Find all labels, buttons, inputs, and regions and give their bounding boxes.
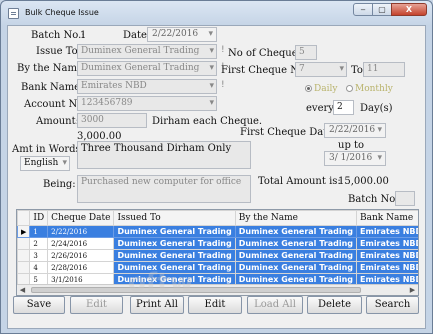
cell-issued-to[interactable]: Duminex General Trading [113, 249, 236, 262]
cell-issued-to[interactable]: Duminex General Trading [113, 261, 236, 274]
title-bar: Bulk Cheque Issue ‒ ▢ X [1, 1, 432, 27]
cell-id[interactable]: 2 [29, 237, 49, 250]
cell-by-the-name[interactable]: Duminex General Trading [234, 225, 358, 238]
cell-bank-name[interactable]: Emirates NBD [356, 237, 418, 250]
table-row[interactable]: 3 2/26/2016 Duminex General Trading Dumi… [17, 249, 418, 262]
edit-button[interactable]: Edit [188, 296, 242, 314]
grid-header-by-the-name[interactable]: By the Name [234, 210, 358, 226]
amount-input[interactable]: 3000 [77, 113, 147, 128]
cell-cheque-date[interactable]: 2/22/2016 [47, 225, 115, 238]
batch-no-value: 1 [80, 30, 87, 41]
bulk-cheque-window: Bulk Cheque Issue ‒ ▢ X Batch No.: 1 Dat… [0, 0, 433, 334]
table-row[interactable]: 2 2/24/2016 Duminex General Trading Dumi… [17, 237, 418, 250]
every-input[interactable]: 2 [333, 100, 354, 115]
scroll-left-icon[interactable]: ◀ [17, 285, 28, 295]
batch-no2-label: Batch No. [348, 194, 399, 205]
amt-in-words-field[interactable]: Three Thousand Dirham Only [77, 141, 251, 169]
monthly-radio[interactable]: Monthly [346, 83, 393, 94]
row-marker: ▶ [17, 225, 31, 238]
grid-header-row: ID Cheque Date Issued To By the Name Ban… [17, 210, 418, 226]
batch-no2-input[interactable] [395, 191, 415, 206]
scroll-thumb[interactable] [31, 287, 361, 293]
being-label: Being: [43, 179, 76, 190]
daily-label: Daily [314, 84, 338, 94]
days-label: Day(s) [360, 103, 393, 114]
grid-header-cheque-date[interactable]: Cheque Date [47, 210, 115, 226]
close-button[interactable]: X [391, 3, 427, 16]
being-field[interactable]: Purchased new computer for office [77, 175, 251, 203]
maximize-button[interactable]: ▢ [372, 3, 392, 16]
issue-to-required-icon: ! [221, 45, 225, 55]
scroll-right-icon[interactable]: ▶ [407, 285, 418, 295]
batch-no-label: Batch No.: [31, 30, 85, 41]
row-marker [17, 237, 31, 250]
app-icon [8, 8, 19, 19]
row-marker [17, 249, 31, 262]
cell-issued-to[interactable]: Duminex General Trading [113, 237, 236, 250]
cell-by-the-name[interactable]: Duminex General Trading [234, 249, 358, 262]
cheques-table: ID Cheque Date Issued To By the Name Ban… [17, 210, 418, 286]
account-no-combo[interactable]: 123456789 [77, 96, 217, 111]
cell-bank-name[interactable]: Emirates NBD [356, 249, 418, 262]
window-title: Bulk Cheque Issue [25, 8, 99, 17]
daily-radio-dot [305, 85, 312, 92]
load-all-button[interactable]: Load All [247, 296, 303, 314]
total-amount-value: 15,000.00 [338, 176, 389, 187]
last-cheque-no-input[interactable]: 11 [363, 62, 405, 77]
cell-id[interactable]: 4 [29, 261, 49, 274]
grid-header-id[interactable]: ID [29, 210, 49, 226]
monthly-radio-dot [346, 85, 353, 92]
up-to-date-picker[interactable]: 3/ 1/2016 [324, 151, 386, 166]
bank-name-label: Bank Name: [21, 82, 84, 93]
cell-cheque-date[interactable]: 2/28/2016 [47, 261, 115, 274]
cell-issued-to[interactable]: Duminex General Trading [113, 225, 236, 238]
issue-to-combo[interactable]: Duminex General Trading [77, 44, 217, 59]
amount-label: Amount: [36, 116, 79, 127]
first-cheque-no-label: First Cheque N [221, 65, 299, 76]
bank-name-combo[interactable]: Emirates NBD [77, 79, 217, 94]
edit-button-disabled[interactable]: Edit [70, 296, 123, 314]
grid-header-corner [17, 210, 31, 226]
language-select[interactable]: English [20, 156, 70, 171]
cell-cheque-date[interactable]: 2/24/2016 [47, 237, 115, 250]
total-amount-label: Total Amount is: [258, 176, 341, 187]
form-area: Batch No.: 1 Date: 2/22/2016 Issue To: D… [7, 25, 426, 329]
save-button[interactable]: Save [13, 296, 65, 314]
to-label: To [351, 65, 363, 76]
no-of-cheques-input[interactable]: 5 [295, 45, 317, 60]
table-row[interactable]: 4 2/28/2016 Duminex General Trading Dumi… [17, 261, 418, 274]
search-button[interactable]: Search [366, 296, 419, 314]
cell-id[interactable]: 3 [29, 249, 49, 262]
first-cheque-no-combo[interactable]: 7 [295, 62, 347, 77]
amt-in-words-label: Amt in Words: [12, 144, 85, 155]
amount-suffix: Dirham each Cheque. [152, 116, 263, 127]
row-marker [17, 261, 31, 274]
table-row[interactable]: ▶ 1 2/22/2016 Duminex General Trading Du… [17, 225, 418, 238]
grid-header-issued-to[interactable]: Issued To [113, 210, 236, 226]
cell-cheque-date[interactable]: 2/26/2016 [47, 249, 115, 262]
bank-name-required-icon: ! [221, 80, 225, 90]
first-cheque-date-label: First Cheque Date: [240, 127, 337, 138]
up-to-label: up to [338, 140, 365, 151]
cell-by-the-name[interactable]: Duminex General Trading [234, 237, 358, 250]
monthly-label: Monthly [355, 84, 393, 94]
no-of-cheques-label: No of Cheques [228, 48, 303, 59]
grid-header-bank-name[interactable]: Bank Name [356, 210, 418, 226]
issue-to-label: Issue To: [36, 46, 82, 57]
print-all-button[interactable]: Print All [130, 296, 184, 314]
cheques-grid[interactable]: ID Cheque Date Issued To By the Name Ban… [16, 209, 419, 296]
daily-radio[interactable]: Daily [305, 83, 337, 94]
cell-bank-name[interactable]: Emirates NBD [356, 225, 418, 238]
cell-id[interactable]: 1 [29, 225, 49, 238]
by-the-name-label: By the Name: [17, 63, 87, 74]
minimize-button[interactable]: ‒ [353, 3, 373, 16]
by-the-name-combo[interactable]: Duminex General Trading [77, 61, 217, 76]
cell-bank-name[interactable]: Emirates NBD [356, 261, 418, 274]
delete-button[interactable]: Delete [307, 296, 362, 314]
date-picker[interactable]: 2/22/2016 [147, 27, 217, 42]
horizontal-scrollbar[interactable]: ◀ ▶ [17, 284, 418, 295]
first-cheque-date-picker[interactable]: 2/22/2016 [324, 123, 386, 138]
cell-by-the-name[interactable]: Duminex General Trading [234, 261, 358, 274]
